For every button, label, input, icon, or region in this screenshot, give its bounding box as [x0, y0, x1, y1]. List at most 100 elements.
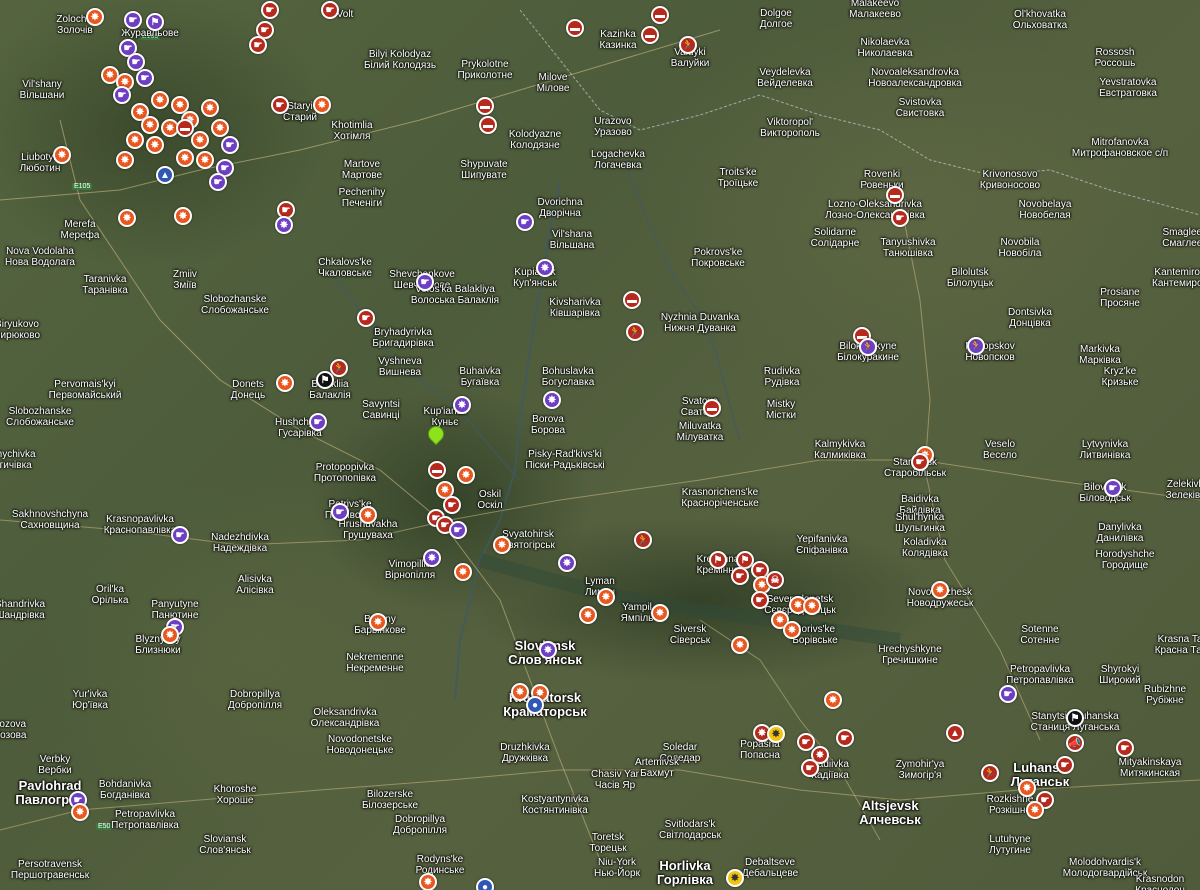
event-marker-icon[interactable]: ✸ [313, 96, 331, 114]
event-marker-icon[interactable]: 🏃 [634, 531, 652, 549]
event-marker-icon[interactable]: ☛ [271, 96, 289, 114]
event-marker-icon[interactable]: ☛ [321, 1, 339, 19]
event-marker-icon[interactable]: ✸ [211, 119, 229, 137]
event-marker-icon[interactable]: ✸ [803, 597, 821, 615]
event-marker-icon[interactable]: ✸ [423, 549, 441, 567]
event-marker-icon[interactable]: ☛ [124, 11, 142, 29]
event-marker-icon[interactable]: ▬ [623, 291, 641, 309]
event-marker-icon[interactable]: ✸ [539, 641, 557, 659]
event-marker-icon[interactable]: ✸ [767, 725, 785, 743]
event-marker-icon[interactable]: ☛ [171, 526, 189, 544]
event-marker-icon[interactable]: ✸ [191, 131, 209, 149]
event-marker-icon[interactable]: ▲ [946, 724, 964, 742]
event-marker-icon[interactable]: ☛ [249, 36, 267, 54]
event-marker-icon[interactable]: ☛ [331, 503, 349, 521]
place-name-latin: Krasna Talivka [1157, 634, 1200, 645]
event-marker-icon[interactable]: ✸ [276, 374, 294, 392]
event-marker-icon[interactable]: ✸ [116, 151, 134, 169]
event-marker-icon[interactable]: 🏃 [967, 337, 985, 355]
event-marker-icon[interactable]: ✸ [597, 588, 615, 606]
event-marker-icon[interactable]: ✸ [71, 803, 89, 821]
event-marker-icon[interactable]: ⚑ [316, 371, 334, 389]
event-marker-icon[interactable]: ▲ [156, 166, 174, 184]
event-marker-icon[interactable]: ☛ [751, 591, 769, 609]
event-marker-icon[interactable]: ⚑ [146, 13, 164, 31]
event-marker-icon[interactable]: ✸ [275, 216, 293, 234]
event-marker-icon[interactable]: ✸ [151, 91, 169, 109]
event-marker-icon[interactable]: ✸ [1026, 801, 1044, 819]
event-marker-icon[interactable]: ✸ [201, 99, 219, 117]
event-marker-icon[interactable]: ✸ [579, 606, 597, 624]
event-marker-icon[interactable]: ▬ [886, 186, 904, 204]
event-marker-icon[interactable]: 📣 [1066, 734, 1084, 752]
event-marker-icon[interactable]: ▬ [651, 6, 669, 24]
event-marker-icon[interactable]: ☠ [766, 571, 784, 589]
event-marker-icon[interactable]: ✸ [783, 621, 801, 639]
event-marker-icon[interactable]: ✸ [359, 506, 377, 524]
event-marker-icon[interactable]: ☛ [731, 567, 749, 585]
event-marker-icon[interactable]: ☛ [443, 496, 461, 514]
event-marker-icon[interactable]: ▬ [476, 97, 494, 115]
event-marker-icon[interactable]: ● [476, 878, 494, 890]
event-marker-icon[interactable]: ☛ [999, 685, 1017, 703]
event-marker-icon[interactable]: ✸ [419, 873, 437, 890]
event-marker-icon[interactable]: ▬ [428, 461, 446, 479]
event-marker-icon[interactable]: ✸ [176, 149, 194, 167]
event-marker-icon[interactable]: ✸ [824, 691, 842, 709]
satellite-map[interactable]: E105 E105 E50 Zolochiv Золочів Журавльове V… [0, 0, 1200, 890]
event-marker-icon[interactable]: ☛ [136, 69, 154, 87]
event-marker-icon[interactable]: ✸ [453, 396, 471, 414]
event-marker-icon[interactable]: ▬ [641, 26, 659, 44]
event-marker-icon[interactable]: ☛ [1104, 479, 1122, 497]
event-marker-icon[interactable]: ✸ [161, 626, 179, 644]
event-marker-icon[interactable]: 🏃 [330, 359, 348, 377]
event-marker-icon[interactable]: ☛ [309, 413, 327, 431]
event-marker-icon[interactable]: ✸ [536, 259, 554, 277]
event-marker-icon[interactable]: ✸ [543, 391, 561, 409]
event-marker-icon[interactable]: ☛ [416, 273, 434, 291]
event-marker-icon[interactable]: ✸ [511, 683, 529, 701]
event-marker-icon[interactable]: 🏃 [679, 36, 697, 54]
event-marker-icon[interactable]: ☛ [891, 209, 909, 227]
event-marker-icon[interactable]: ▬ [703, 399, 721, 417]
event-marker-icon[interactable]: ✸ [53, 146, 71, 164]
event-marker-icon[interactable]: ☛ [357, 309, 375, 327]
event-marker-icon[interactable]: ☛ [911, 453, 929, 471]
event-marker-icon[interactable]: ✸ [731, 636, 749, 654]
event-marker-icon[interactable]: ▬ [566, 19, 584, 37]
event-marker-icon[interactable]: ✸ [726, 869, 744, 887]
event-marker-icon[interactable]: 🏃 [981, 764, 999, 782]
event-marker-icon[interactable]: ☛ [516, 213, 534, 231]
event-marker-icon[interactable]: ☛ [836, 729, 854, 747]
event-marker-icon[interactable]: ✸ [86, 8, 104, 26]
event-marker-icon[interactable]: ✸ [651, 604, 669, 622]
event-marker-icon[interactable]: ☛ [801, 759, 819, 777]
event-marker-icon[interactable]: ▬ [479, 116, 497, 134]
event-marker-icon[interactable]: ✸ [454, 563, 472, 581]
event-marker-icon[interactable]: ☛ [449, 521, 467, 539]
event-marker-icon[interactable]: ⚑ [709, 551, 727, 569]
event-marker-icon[interactable]: ☛ [1056, 756, 1074, 774]
event-marker-icon[interactable]: ✸ [141, 116, 159, 134]
event-marker-icon[interactable]: ● [526, 696, 544, 714]
event-marker-icon[interactable]: ▬ [176, 119, 194, 137]
event-marker-icon[interactable]: ✸ [146, 136, 164, 154]
event-marker-icon[interactable]: ☛ [209, 173, 227, 191]
event-marker-icon[interactable]: ☛ [221, 136, 239, 154]
event-marker-icon[interactable]: ✸ [558, 554, 576, 572]
event-marker-icon[interactable]: ✸ [493, 536, 511, 554]
event-marker-icon[interactable]: ✸ [196, 151, 214, 169]
event-marker-icon[interactable]: ☛ [113, 86, 131, 104]
event-marker-icon[interactable]: ✸ [1018, 779, 1036, 797]
event-marker-icon[interactable]: ✸ [457, 466, 475, 484]
event-marker-icon[interactable]: ✸ [118, 209, 136, 227]
event-marker-icon[interactable]: 🏃 [626, 323, 644, 341]
event-marker-icon[interactable]: ☛ [261, 1, 279, 19]
event-marker-icon[interactable]: ⚑ [1066, 709, 1084, 727]
event-marker-icon[interactable]: ✸ [174, 207, 192, 225]
event-marker-icon[interactable]: 🏃 [859, 338, 877, 356]
event-marker-icon[interactable]: ☛ [1116, 739, 1134, 757]
event-marker-icon[interactable]: ✸ [369, 613, 387, 631]
event-marker-icon[interactable]: ✸ [931, 581, 949, 599]
event-marker-icon[interactable]: ✸ [126, 131, 144, 149]
